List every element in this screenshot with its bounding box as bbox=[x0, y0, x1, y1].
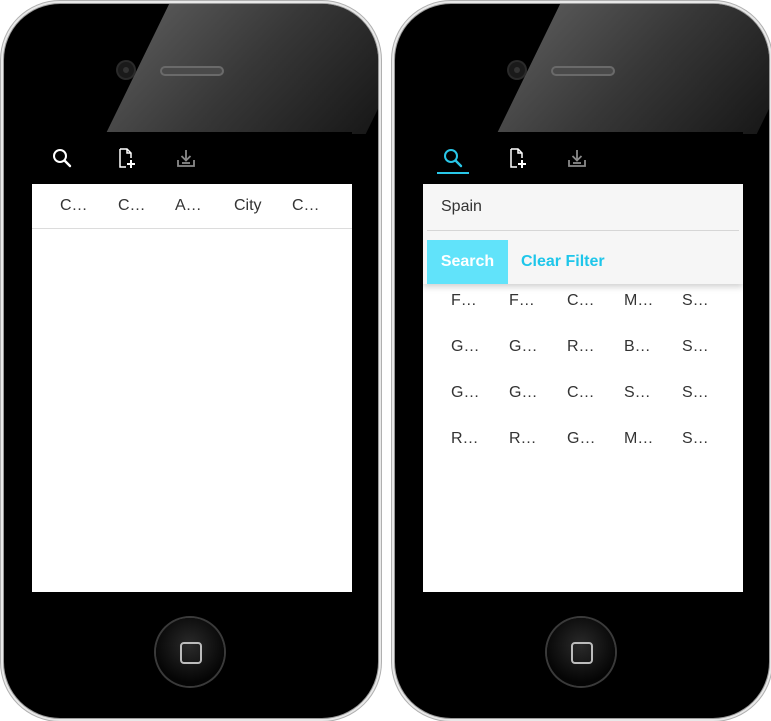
table-header: C… C… A… City C… bbox=[32, 184, 352, 229]
front-camera bbox=[118, 62, 134, 78]
phone-right: F… F… C… M… S… G… G… R… B… S… G… G… C… S… bbox=[395, 4, 769, 718]
clear-filter-button[interactable]: Clear Filter bbox=[521, 240, 605, 284]
phone-left: C… C… A… City C… bbox=[4, 4, 378, 718]
table-cell[interactable]: S… bbox=[682, 430, 709, 448]
column-header-city[interactable]: City bbox=[234, 197, 262, 215]
table-cell[interactable]: M… bbox=[624, 430, 653, 448]
download-icon[interactable] bbox=[174, 146, 198, 170]
search-button[interactable]: Search bbox=[427, 240, 508, 284]
table-cell[interactable]: G… bbox=[509, 384, 537, 402]
home-button[interactable] bbox=[156, 618, 224, 686]
column-header[interactable]: C… bbox=[118, 197, 146, 215]
home-square-icon bbox=[180, 642, 202, 664]
column-header[interactable]: C… bbox=[60, 197, 88, 215]
table-cell[interactable]: G… bbox=[451, 384, 479, 402]
screen: F… F… C… M… S… G… G… R… B… S… G… G… C… S… bbox=[423, 132, 743, 592]
table-cell[interactable]: R… bbox=[567, 338, 595, 356]
active-tab-indicator bbox=[437, 172, 469, 174]
earpiece-speaker bbox=[551, 66, 615, 76]
table-cell[interactable]: B… bbox=[624, 338, 651, 356]
table-cell[interactable]: S… bbox=[682, 384, 709, 402]
table-cell[interactable]: G… bbox=[567, 430, 595, 448]
glass-reflection bbox=[105, 4, 378, 134]
download-icon[interactable] bbox=[565, 146, 589, 170]
table-cell[interactable]: F… bbox=[509, 292, 535, 310]
table-cell[interactable]: C… bbox=[567, 384, 595, 402]
column-header[interactable]: A… bbox=[175, 197, 202, 215]
table-cell[interactable]: M… bbox=[624, 292, 653, 310]
table-cell[interactable]: R… bbox=[451, 430, 479, 448]
table-cell[interactable]: S… bbox=[682, 338, 709, 356]
table-cell[interactable]: R… bbox=[509, 430, 537, 448]
filter-panel: Search Clear Filter bbox=[423, 184, 743, 284]
table-cell[interactable]: C… bbox=[567, 292, 595, 310]
table-cell[interactable]: G… bbox=[451, 338, 479, 356]
front-camera bbox=[509, 62, 525, 78]
glass-reflection bbox=[496, 4, 769, 134]
new-document-icon[interactable] bbox=[114, 146, 138, 170]
table-cell[interactable]: F… bbox=[451, 292, 477, 310]
search-icon[interactable] bbox=[441, 146, 465, 170]
search-icon[interactable] bbox=[50, 146, 74, 170]
table-cell[interactable]: S… bbox=[624, 384, 651, 402]
screen: C… C… A… City C… bbox=[32, 132, 352, 592]
column-header[interactable]: C… bbox=[292, 197, 320, 215]
new-document-icon[interactable] bbox=[505, 146, 529, 170]
home-button[interactable] bbox=[547, 618, 615, 686]
table-cell[interactable]: G… bbox=[509, 338, 537, 356]
toolbar bbox=[423, 132, 743, 184]
earpiece-speaker bbox=[160, 66, 224, 76]
filter-input[interactable] bbox=[427, 184, 739, 231]
home-square-icon bbox=[571, 642, 593, 664]
table-cell[interactable]: S… bbox=[682, 292, 709, 310]
toolbar bbox=[32, 132, 352, 184]
